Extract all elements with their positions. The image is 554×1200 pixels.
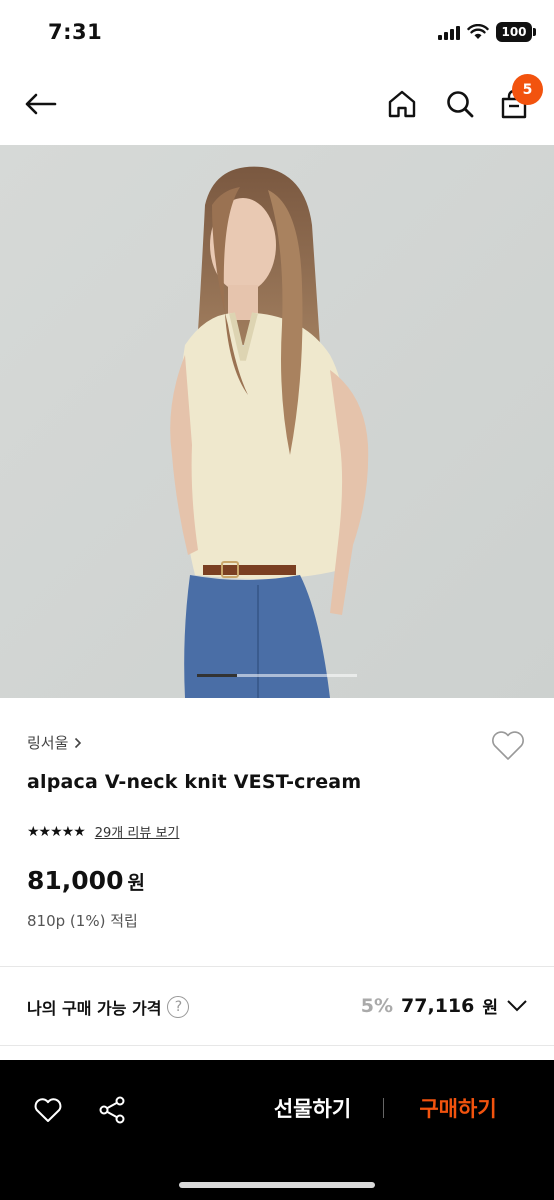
battery-icon: 100 xyxy=(496,22,536,42)
discounted-currency: 원 xyxy=(482,998,498,1018)
wifi-icon xyxy=(467,24,489,39)
buy-button[interactable]: 구매하기 xyxy=(403,1088,513,1128)
product-image[interactable] xyxy=(0,145,554,698)
search-button[interactable] xyxy=(440,84,480,124)
rating-row: ★★★★★ 29개 리뷰 보기 xyxy=(27,822,180,842)
bottom-action-bar: 선물하기 구매하기 xyxy=(0,1060,554,1200)
arrow-left-icon xyxy=(25,93,57,115)
home-indicator xyxy=(179,1182,375,1188)
gallery-indicator-fill xyxy=(197,674,237,677)
status-time: 7:31 xyxy=(48,20,103,44)
share-button[interactable] xyxy=(92,1090,132,1130)
home-button[interactable] xyxy=(382,84,422,124)
discount-rate: 5% xyxy=(360,994,394,1017)
price-currency: 원 xyxy=(127,872,145,894)
back-button[interactable] xyxy=(20,84,60,124)
product-name: alpaca V-neck knit VEST-cream xyxy=(27,771,362,793)
chevron-down-icon xyxy=(507,999,527,1011)
status-bar: 7:31 100 xyxy=(0,0,554,66)
top-nav xyxy=(0,66,554,144)
price: 81,000 원 xyxy=(27,866,145,895)
price-value: 81,000 xyxy=(27,866,124,895)
my-price-toggle[interactable]: 5% 77,116 원 xyxy=(361,993,528,1018)
search-icon xyxy=(447,91,474,118)
divider xyxy=(0,1045,554,1046)
heart-outline-icon xyxy=(492,731,524,760)
like-button[interactable] xyxy=(28,1090,68,1130)
signal-icon xyxy=(438,24,460,40)
separator xyxy=(383,1098,384,1118)
brand-link[interactable]: 링서울 xyxy=(27,732,82,753)
review-link[interactable]: 29개 리뷰 보기 xyxy=(95,822,180,841)
gallery-indicator xyxy=(197,674,357,677)
share-icon xyxy=(99,1096,125,1124)
help-icon[interactable]: ? xyxy=(167,996,190,1018)
points-text: 810p (1%) 적립 xyxy=(27,912,138,930)
heart-icon xyxy=(34,1098,62,1122)
status-icons: 100 xyxy=(438,22,536,42)
star-rating: ★★★★★ xyxy=(27,823,86,840)
divider xyxy=(0,966,554,967)
my-price-row: 나의 구매 가능 가격 ? xyxy=(27,995,190,1019)
wishlist-button[interactable] xyxy=(490,728,526,762)
home-icon xyxy=(388,90,416,118)
gift-button[interactable]: 선물하기 xyxy=(260,1088,365,1128)
product-photo xyxy=(0,145,554,698)
chevron-right-icon xyxy=(75,737,82,748)
cart-count-badge: 5 xyxy=(512,74,543,105)
my-price-label: 나의 구매 가능 가격 xyxy=(27,999,162,1018)
brand-name: 링서울 xyxy=(27,734,69,752)
discounted-price: 77,116 xyxy=(401,994,475,1017)
